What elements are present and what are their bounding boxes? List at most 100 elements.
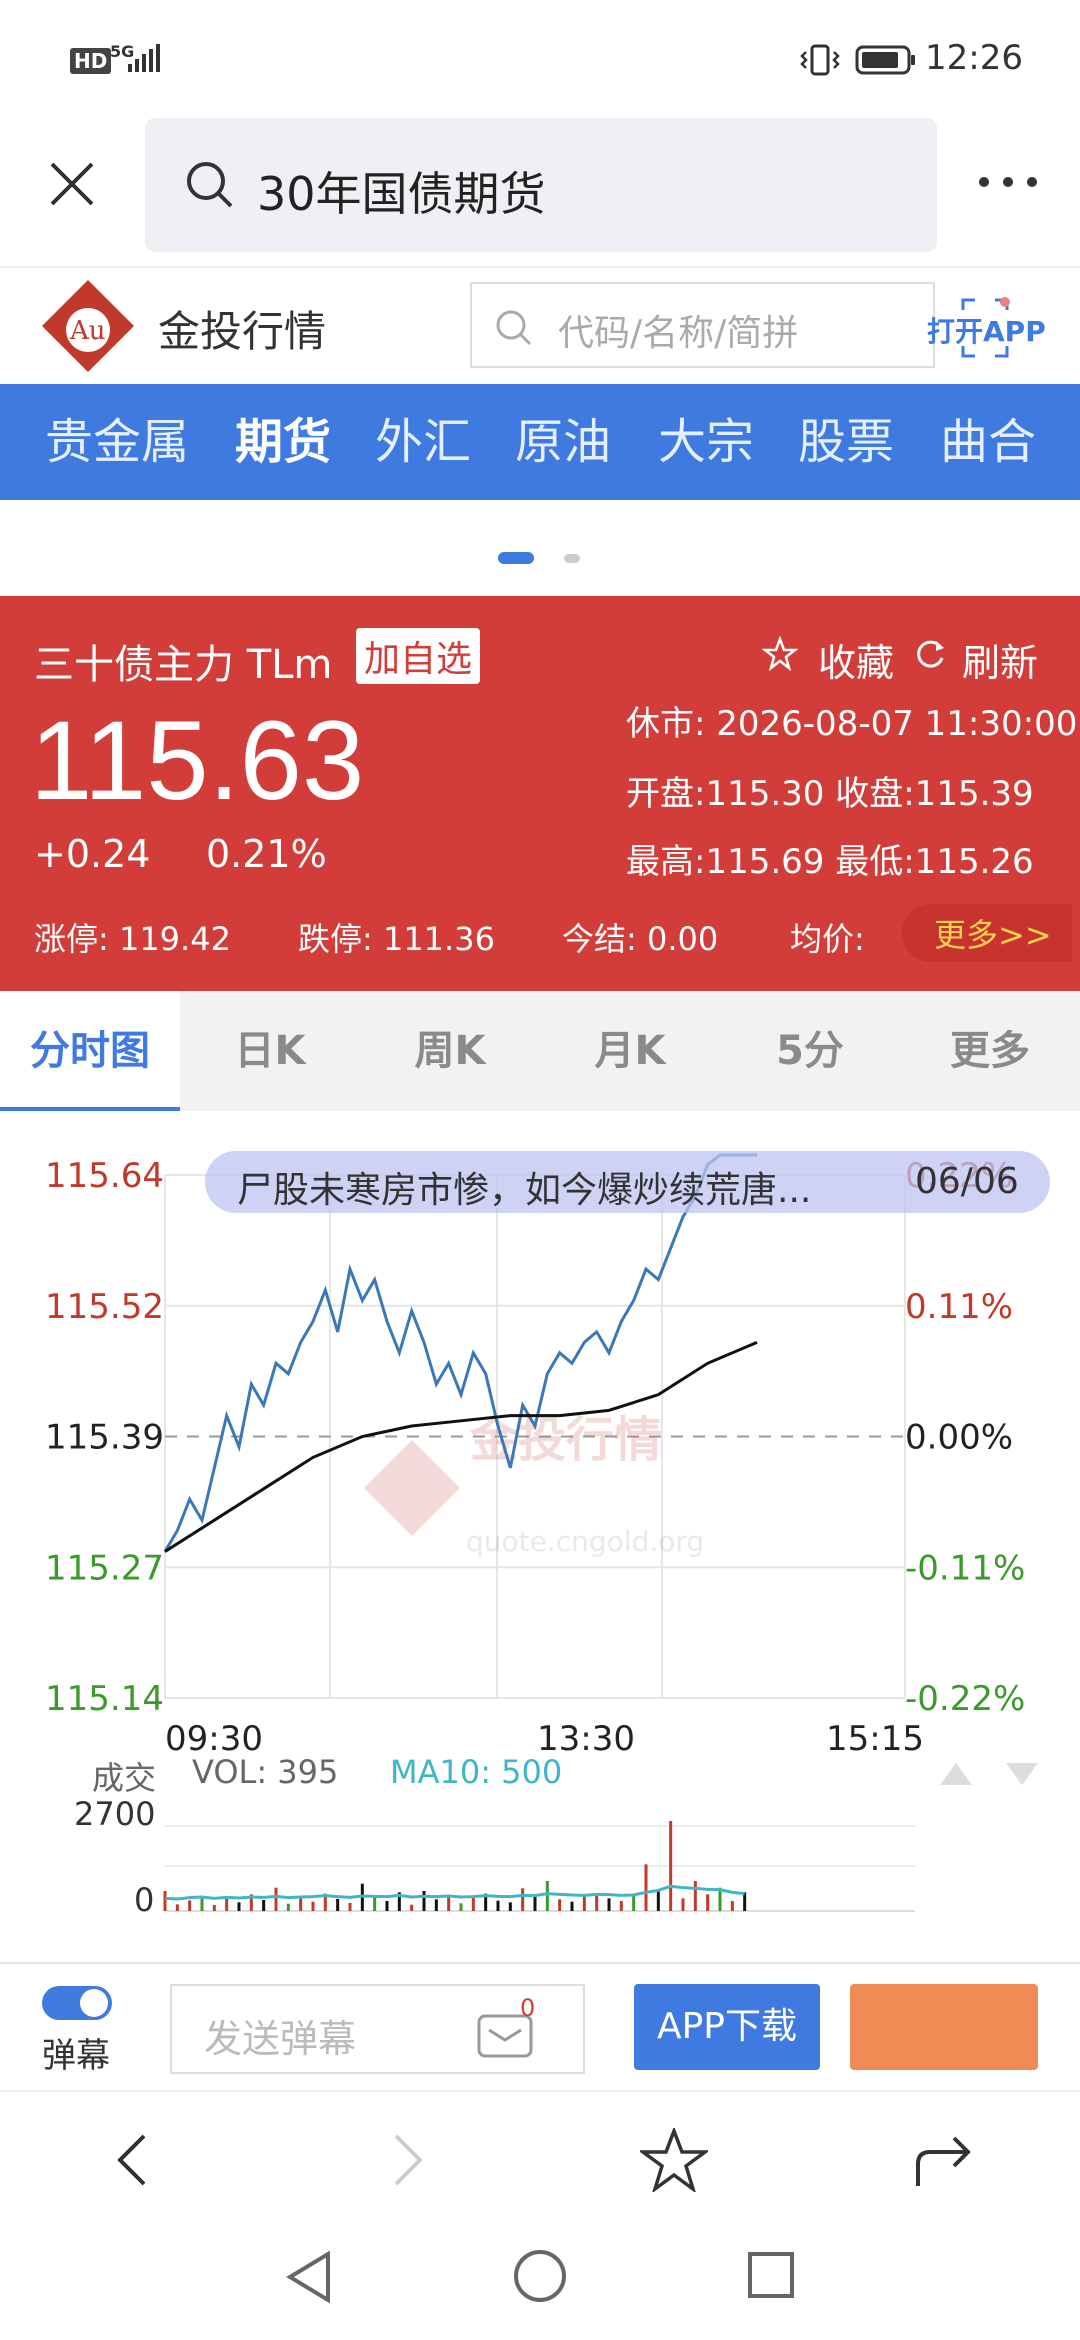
ma10-value: MA10: 500 bbox=[390, 1753, 563, 1791]
nav-item-stocks[interactable]: 股票 bbox=[798, 384, 894, 500]
send-danmaku-input[interactable]: 发送弹幕 0 bbox=[170, 1984, 585, 2074]
volume-bar bbox=[619, 1901, 623, 1911]
open-app-button[interactable]: 打开APP bbox=[925, 296, 1046, 360]
volume-bar bbox=[459, 1903, 463, 1911]
tab-daily-k[interactable]: 日K bbox=[180, 991, 360, 1111]
nav-item-crude-oil[interactable]: 原油 bbox=[515, 384, 611, 500]
share-icon[interactable] bbox=[914, 2132, 974, 2188]
high-low: 最高:115.69 最低:115.26 bbox=[626, 842, 1034, 882]
danmaku-toggle[interactable] bbox=[42, 1986, 112, 2020]
volume-bar bbox=[607, 1898, 611, 1911]
vibrate-icon bbox=[800, 44, 840, 76]
tab-more[interactable]: 更多 bbox=[900, 991, 1080, 1111]
y-tick-label: 115.39 bbox=[45, 1418, 164, 1458]
danmaku-label: 弹幕 bbox=[42, 2036, 110, 2076]
search-box[interactable]: 30年国债期货 bbox=[145, 118, 937, 252]
tab-weekly-k[interactable]: 周K bbox=[360, 991, 540, 1111]
battery-icon bbox=[855, 45, 915, 75]
last-price: 115.63 bbox=[30, 698, 365, 823]
volume-label: 成交 bbox=[92, 1759, 157, 1797]
open-close: 开盘:115.30 收盘:115.39 bbox=[626, 774, 1034, 814]
volume-bar bbox=[434, 1899, 438, 1911]
price-line bbox=[163, 1153, 757, 1553]
volume-bar bbox=[274, 1887, 278, 1911]
volume-bar bbox=[595, 1893, 599, 1911]
volume-bar bbox=[570, 1901, 574, 1911]
favorite-label[interactable]: 收藏 bbox=[818, 632, 894, 687]
volume-bar bbox=[447, 1895, 451, 1911]
watermark-logo-icon bbox=[364, 1440, 460, 1536]
news-banner[interactable]: 尸股未寒房市惨，如今爆炒续荒唐... 06/06 bbox=[205, 1151, 1050, 1213]
browser-top-bar: 30年国债期货 bbox=[0, 110, 1080, 260]
system-back-icon[interactable] bbox=[284, 2250, 334, 2304]
nav-item-commodities[interactable]: 大宗 bbox=[658, 384, 754, 500]
tab-5min[interactable]: 5分 bbox=[720, 991, 900, 1111]
volume-bar bbox=[336, 1899, 340, 1911]
y-right-tick-label: -0.11% bbox=[905, 1548, 1025, 1588]
site-header: Au 金投行情 代码/名称/简拼 打开APP bbox=[0, 266, 1080, 384]
volume-bar bbox=[385, 1901, 389, 1911]
volume-bar bbox=[471, 1898, 475, 1911]
tab-monthly-k[interactable]: 月K bbox=[540, 991, 720, 1111]
site-search-input[interactable]: 代码/名称/简拼 bbox=[470, 282, 935, 368]
limit-down: 跌停: 111.36 bbox=[298, 920, 495, 958]
volume-bar bbox=[410, 1904, 414, 1911]
volume-bar bbox=[681, 1898, 685, 1911]
collapse-down-icon[interactable] bbox=[1004, 1761, 1040, 1787]
volume-bar bbox=[669, 1821, 673, 1911]
volume-bar bbox=[348, 1903, 352, 1911]
y-tick-label: 115.14 bbox=[45, 1679, 164, 1719]
page-indicator bbox=[498, 552, 588, 566]
close-icon[interactable] bbox=[48, 160, 96, 208]
clock: 12:26 bbox=[925, 38, 1023, 78]
instrument-name: 三十债主力 TLm bbox=[34, 642, 333, 688]
nav-item-other[interactable]: 曲合 bbox=[940, 384, 1036, 500]
search-icon bbox=[496, 310, 532, 346]
refresh-icon[interactable] bbox=[912, 636, 948, 672]
category-nav: 贵金属 期货 外汇 原油 大宗 股票 曲合 bbox=[0, 384, 1080, 500]
nav-item-precious-metals[interactable]: 贵金属 bbox=[45, 384, 189, 500]
volume-bar bbox=[656, 1891, 660, 1911]
system-recents-icon[interactable] bbox=[746, 2250, 796, 2300]
tab-intraday[interactable]: 分时图 bbox=[0, 991, 180, 1111]
add-watchlist-button[interactable]: 加自选 bbox=[356, 628, 481, 684]
volume-bar bbox=[521, 1888, 525, 1911]
collapse-up-icon[interactable] bbox=[938, 1761, 974, 1787]
app-download-button[interactable]: APP下载 bbox=[634, 1984, 820, 2070]
y-tick-label: 115.64 bbox=[45, 1156, 164, 1196]
nav-item-forex[interactable]: 外汇 bbox=[375, 384, 471, 500]
forward-icon[interactable] bbox=[388, 2132, 428, 2188]
volume-bar bbox=[237, 1902, 241, 1911]
more-details-button[interactable]: 更多>> bbox=[902, 904, 1072, 962]
y-right-tick-label: 0.11% bbox=[905, 1287, 1013, 1327]
x-tick-label: 15:15 bbox=[826, 1719, 924, 1759]
volume-bar bbox=[533, 1897, 537, 1911]
system-home-icon[interactable] bbox=[512, 2248, 568, 2304]
volume-bar bbox=[496, 1900, 500, 1911]
volume-bar bbox=[225, 1898, 229, 1911]
volume-bar bbox=[311, 1901, 315, 1911]
intraday-chart: 金投行情 quote.cngold.org 115.640.22%115.520… bbox=[0, 1111, 1080, 1941]
price-chart-svg: 金投行情 quote.cngold.org 115.640.22%115.520… bbox=[45, 1153, 1025, 1912]
toggle-knob bbox=[80, 1989, 108, 2017]
volume-bar bbox=[730, 1901, 734, 1911]
bookmark-star-icon[interactable] bbox=[640, 2128, 708, 2192]
volume-bar bbox=[632, 1896, 636, 1911]
site-logo[interactable]: Au bbox=[40, 278, 136, 374]
nav-item-futures[interactable]: 期货 bbox=[235, 384, 331, 500]
back-icon[interactable] bbox=[112, 2132, 152, 2188]
news-banner-date: 06/06 bbox=[915, 1161, 1019, 1202]
volume-tick-max: 2700 bbox=[74, 1795, 156, 1833]
orange-action-button[interactable] bbox=[850, 1984, 1038, 2070]
page-dot-active bbox=[498, 552, 534, 564]
watermark-url: quote.cngold.org bbox=[466, 1525, 704, 1558]
refresh-label[interactable]: 刷新 bbox=[962, 632, 1038, 687]
hd-indicator: HD bbox=[70, 48, 112, 74]
volume-bar bbox=[558, 1899, 562, 1911]
message-count-badge: 0 bbox=[520, 1994, 536, 2022]
more-menu-icon[interactable] bbox=[978, 172, 1038, 192]
status-bar: HD 5G 12:26 bbox=[0, 0, 1080, 110]
average-price: 均价: bbox=[790, 920, 865, 958]
volume-value: VOL: 395 bbox=[192, 1753, 339, 1791]
star-icon[interactable] bbox=[762, 636, 798, 672]
